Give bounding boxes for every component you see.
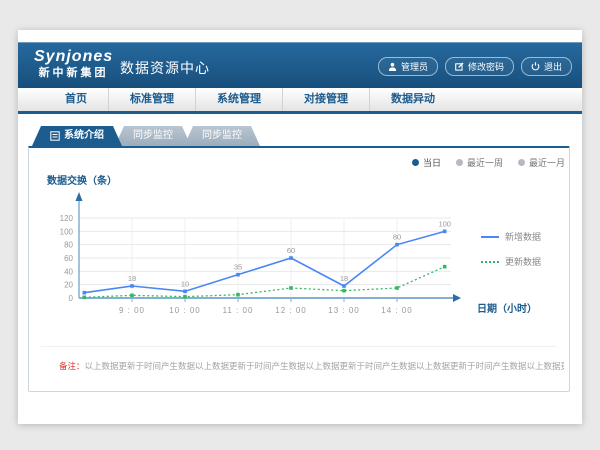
data-point [183,290,187,294]
y-axis-title: 数据交换（条） [47,172,117,187]
y-tick-label: 0 [69,294,74,303]
data-point-label: 80 [393,233,401,242]
x-tick-label: 12 : 00 [275,306,306,315]
note-text: 以上数据更新于时间产生数据以上数据更新于时间产生数据以上数据更新于时间产生数据以… [85,361,564,371]
brand-name: Synjones [34,48,113,66]
radio-label: 当日 [423,156,441,169]
tab-label: 同步监控 [202,126,242,146]
nav-item-4[interactable]: 数据异动 [370,88,456,111]
data-point [83,296,87,300]
radio-dot [456,159,463,166]
radio-label: 最近一周 [467,156,503,169]
legend-label: 更新数据 [505,255,541,268]
user-button-label: 管理员 [401,60,428,73]
edit-icon [455,62,464,71]
user-button[interactable]: 管理员 [378,57,438,76]
y-tick-label: 100 [60,227,74,236]
data-point-label: 18 [128,274,136,283]
brand-name-cn: 新中新集团 [34,66,113,80]
data-point [130,294,134,298]
nav-item-3[interactable]: 对接管理 [283,88,370,111]
data-point [342,284,346,288]
data-point-label: 10 [181,279,189,288]
data-point [289,286,293,290]
y-axis-arrow [76,192,83,201]
legend-item-1[interactable]: 更新数据 [481,255,541,268]
change-password-button[interactable]: 修改密码 [445,57,514,76]
data-point [183,295,187,299]
nav-item-1[interactable]: 标准管理 [109,88,196,111]
logout-button[interactable]: 退出 [521,57,572,76]
change-password-label: 修改密码 [468,60,504,73]
data-point [342,289,346,293]
data-point-label: 18 [340,274,348,283]
power-icon [531,62,540,71]
radio-dot [412,159,419,166]
data-point [236,273,240,277]
radio-dot [518,159,525,166]
data-point [395,286,399,290]
y-tick-label: 80 [64,241,73,250]
period-radio-1[interactable]: 最近一周 [456,156,503,169]
footer-note: 备注：以上数据更新于时间产生数据以上数据更新于时间产生数据以上数据更新于时间产生… [59,360,564,372]
page: Synjones 新中新集团 数据资源中心 管理员 修改密码 [18,30,582,424]
page-title: 数据资源中心 [120,58,210,78]
data-point [289,256,293,260]
x-axis-title: 日期（小时） [477,300,537,315]
series-line-0 [84,231,444,292]
legend-item-0[interactable]: 新增数据 [481,230,541,243]
x-tick-label: 10 : 00 [169,306,200,315]
data-point [130,284,134,288]
y-tick-label: 60 [64,254,73,263]
nav-item-0[interactable]: 首页 [44,88,109,111]
content-panel: 当日 最近一周 最近一月 数据交换（条） 0 20 40 60 80 100 120 9 : 00… [28,146,570,392]
screen: Synjones 新中新集团 数据资源中心 管理员 修改密码 [0,0,600,450]
y-tick-label: 20 [64,281,73,290]
period-filter-group: 当日 最近一周 最近一月 [412,156,565,169]
period-radio-0[interactable]: 当日 [412,156,441,169]
header-buttons: 管理员 修改密码 退出 [378,57,572,76]
tab-1[interactable]: 同步监控 [115,126,191,146]
data-point-label: 100 [438,219,451,228]
note-divider [41,346,557,347]
tab-2[interactable]: 同步监控 [184,126,260,146]
y-tick-label: 40 [64,267,73,276]
legend-line-sample [481,261,499,263]
logout-label: 退出 [544,60,562,73]
note-prefix: 备注： [59,361,85,371]
data-point [395,243,399,247]
tab-label: 系统介绍 [64,126,104,146]
series-legend: 新增数据更新数据 [481,230,541,280]
tab-label: 同步监控 [133,126,173,146]
x-tick-label: 14 : 00 [381,306,412,315]
app-header: Synjones 新中新集团 数据资源中心 管理员 修改密码 [18,42,582,88]
x-axis-arrow [453,294,461,302]
tab-0[interactable]: 系统介绍 [32,126,122,146]
period-radio-2[interactable]: 最近一月 [518,156,565,169]
data-point-label: 60 [287,246,295,255]
legend-label: 新增数据 [505,230,541,243]
x-tick-label: 9 : 00 [119,306,145,315]
nav-item-2[interactable]: 系统管理 [196,88,283,111]
document-icon [50,131,60,141]
main-nav: 首页标准管理系统管理对接管理数据异动 [18,88,582,114]
user-icon [388,62,397,71]
line-chart: 0 20 40 60 80 100 120 9 : 00 10 : 00 11 : 00 12 : … [39,188,509,333]
data-point [83,291,87,295]
legend-line-sample [481,236,499,238]
brand-logo: Synjones 新中新集团 [34,48,113,80]
x-tick-label: 13 : 00 [328,306,359,315]
x-tick-label: 11 : 00 [223,306,254,315]
data-point-label: 35 [234,263,242,272]
tab-bar: 系统介绍 同步监控 同步监控 [32,126,260,146]
radio-label: 最近一月 [529,156,565,169]
y-tick-label: 120 [60,214,74,223]
data-point [236,293,240,297]
data-point [443,265,447,269]
data-point [443,230,447,234]
